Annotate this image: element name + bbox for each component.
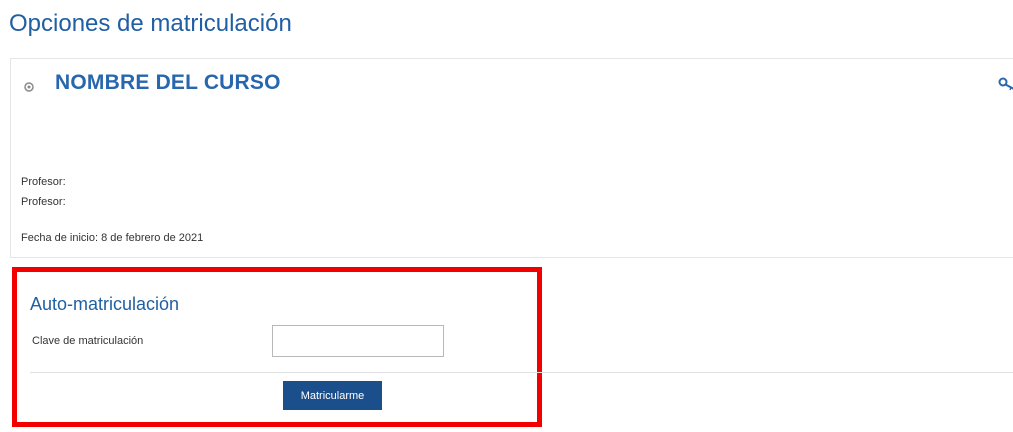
- course-summary-box: NOMBRE DEL CURSO Profesor: Profesor: Fec…: [10, 58, 1013, 258]
- enrolment-key-label: Clave de matriculación: [32, 335, 144, 347]
- enrolment-key-input[interactable]: [272, 325, 444, 357]
- form-divider: [30, 372, 1013, 373]
- key-icon: [998, 77, 1013, 91]
- self-enrolment-title: Auto-matriculación: [30, 294, 180, 314]
- course-name-link[interactable]: NOMBRE DEL CURSO: [55, 71, 281, 95]
- teacher-label: Profesor:: [21, 196, 66, 208]
- teacher-label: Profesor:: [21, 176, 66, 188]
- page-title: Opciones de matriculación: [9, 10, 292, 37]
- enrol-me-button[interactable]: Matricularme: [283, 381, 382, 410]
- course-start-date: Fecha de inicio: 8 de febrero de 2021: [21, 232, 204, 244]
- course-puzzle-icon: [24, 82, 34, 92]
